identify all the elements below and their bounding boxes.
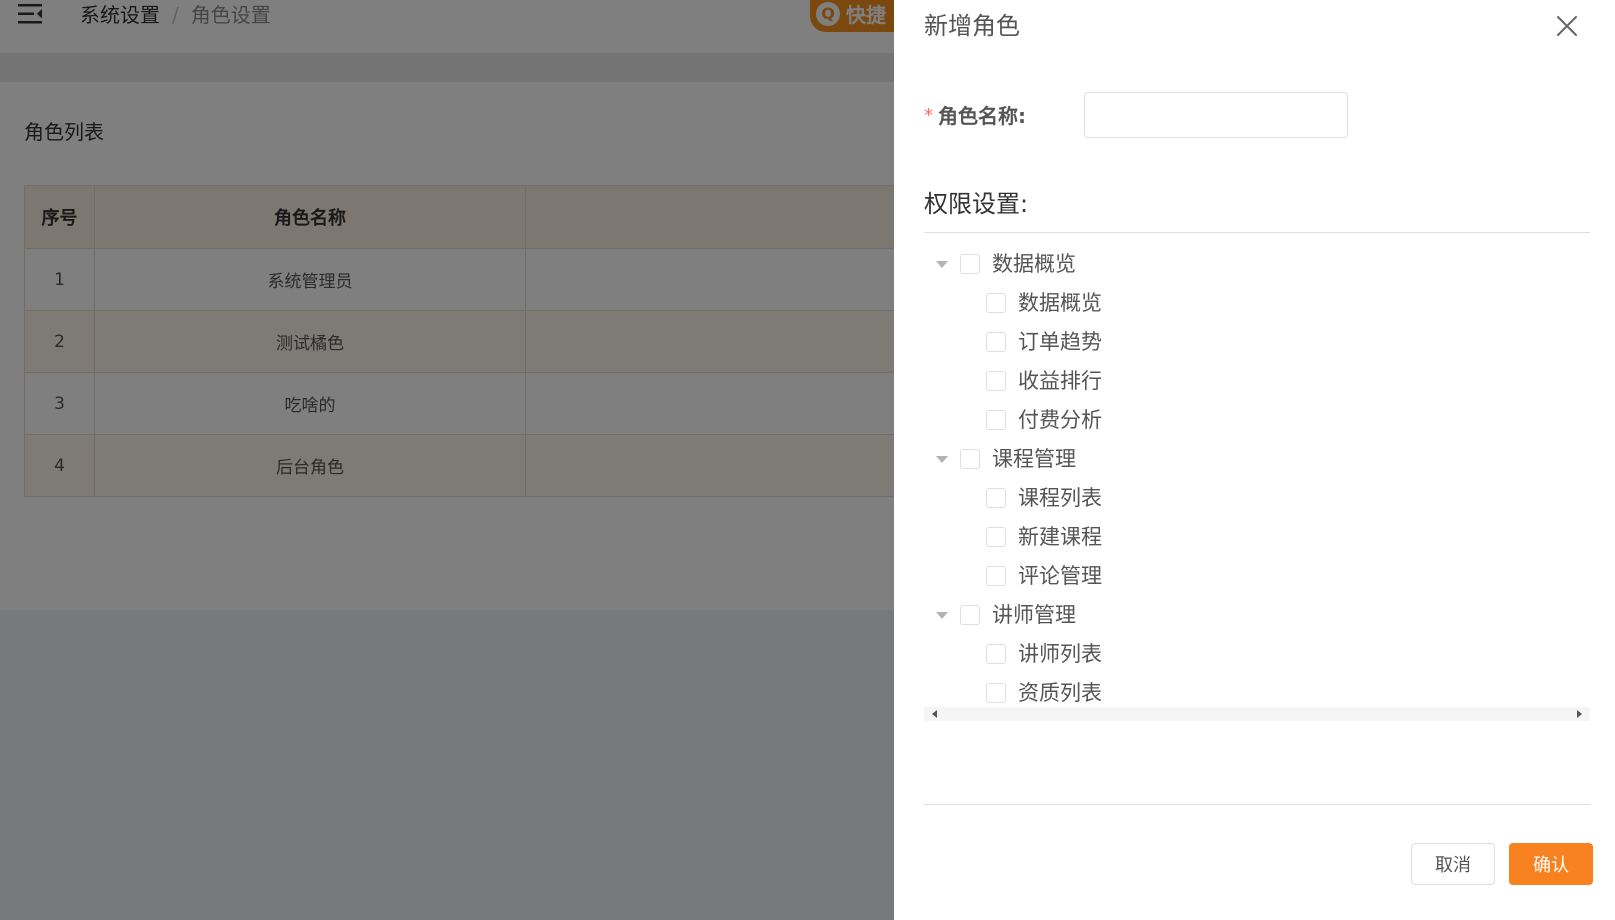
caret-down-icon[interactable] [936,261,948,268]
tree-node-course-management[interactable]: 课程管理 [924,440,1590,479]
tree-node-label[interactable]: 数据概览 [992,249,1076,279]
app-root: 系统设置/角色设置 Q 快捷 角色列表 序号 角色名称 创建时间 [0,0,1615,920]
tree-node-revenue-ranking[interactable]: 收益排行 [924,362,1590,401]
required-mark: * [924,105,933,126]
add-role-drawer: 新增角色 * 角色名称: 权限设置: 数据概览 数据概览 订单趋势 收益排行 付… [894,0,1615,920]
tree-node-label[interactable]: 数据概览 [1018,288,1102,318]
checkbox[interactable] [986,683,1006,703]
checkbox[interactable] [986,332,1006,352]
permissions-title: 权限设置: [924,190,1029,218]
tree-node-data-overview-child[interactable]: 数据概览 [924,284,1590,323]
checkbox[interactable] [960,605,980,625]
role-name-label: 角色名称: [938,104,1026,128]
tree-node-label[interactable]: 课程管理 [992,444,1076,474]
tree-node-label[interactable]: 讲师管理 [992,600,1076,630]
tree-node-label[interactable]: 资质列表 [1018,678,1102,703]
caret-down-icon[interactable] [936,612,948,619]
confirm-button[interactable]: 确认 [1509,843,1593,885]
checkbox[interactable] [986,566,1006,586]
permissions-divider [924,232,1590,233]
tree-node-label[interactable]: 新建课程 [1018,522,1102,552]
tree-node-new-course[interactable]: 新建课程 [924,518,1590,557]
close-icon[interactable] [1554,13,1580,39]
footer-divider [924,804,1590,805]
tree-node-comment-management[interactable]: 评论管理 [924,557,1590,596]
checkbox[interactable] [960,449,980,469]
tree-node-teacher-management[interactable]: 讲师管理 [924,596,1590,635]
tree-node-label[interactable]: 付费分析 [1018,405,1102,435]
tree-node-label[interactable]: 收益排行 [1018,366,1102,396]
tree-node-payment-analysis[interactable]: 付费分析 [924,401,1590,440]
checkbox[interactable] [986,488,1006,508]
checkbox[interactable] [986,527,1006,547]
checkbox[interactable] [986,371,1006,391]
tree-node-qualification-list[interactable]: 资质列表 [924,674,1590,703]
horizontal-scrollbar[interactable] [924,707,1590,721]
scroll-right-icon[interactable] [1577,710,1582,718]
role-name-form-item: * 角色名称: [924,92,1584,142]
scroll-left-icon[interactable] [932,710,937,718]
caret-down-icon[interactable] [936,456,948,463]
checkbox[interactable] [986,293,1006,313]
tree-node-label[interactable]: 订单趋势 [1018,327,1102,357]
drawer-title: 新增角色 [924,12,1020,40]
tree-node-order-trend[interactable]: 订单趋势 [924,323,1590,362]
cancel-button[interactable]: 取消 [1411,843,1495,885]
checkbox[interactable] [986,644,1006,664]
tree-node-teacher-list[interactable]: 讲师列表 [924,635,1590,674]
tree-node-course-list[interactable]: 课程列表 [924,479,1590,518]
tree-node-label[interactable]: 课程列表 [1018,483,1102,513]
tree-node-data-overview[interactable]: 数据概览 [924,245,1590,284]
tree-node-label[interactable]: 讲师列表 [1018,639,1102,669]
tree-node-label[interactable]: 评论管理 [1018,561,1102,591]
checkbox[interactable] [986,410,1006,430]
role-name-input[interactable] [1084,92,1348,138]
checkbox[interactable] [960,254,980,274]
permission-tree[interactable]: 数据概览 数据概览 订单趋势 收益排行 付费分析 课程管理 课程列表 新建课程 … [924,245,1590,703]
